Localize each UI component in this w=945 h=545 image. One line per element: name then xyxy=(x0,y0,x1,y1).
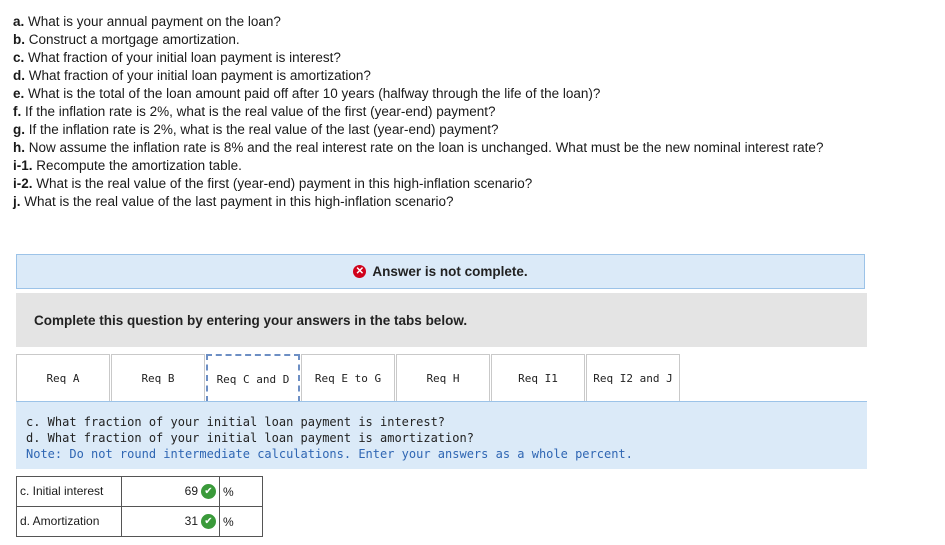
tab-req-a[interactable]: Req A xyxy=(16,354,110,402)
instruction-bar: Complete this question by entering your … xyxy=(16,293,867,347)
question-e: e. What is the total of the loan amount … xyxy=(13,86,601,101)
question-i1: i-1. Recompute the amortization table. xyxy=(13,158,242,173)
question-j: j. What is the real value of the last pa… xyxy=(13,194,454,209)
question-i2: i-2. What is the real value of the first… xyxy=(13,176,533,191)
question-h: h. Now assume the inflation rate is 8% a… xyxy=(13,140,824,155)
check-icon: ✔ xyxy=(201,514,216,530)
tab-req-i1[interactable]: Req I1 xyxy=(491,354,585,402)
x-circle-icon: ✕ xyxy=(353,265,367,278)
question-f: f. If the inflation rate is 2%, what is … xyxy=(13,104,496,119)
question-a: a. What is your annual payment on the lo… xyxy=(13,14,281,29)
initial-interest-input[interactable]: 69 ✔ xyxy=(121,476,220,507)
tab-req-c-and-d[interactable]: Req C and D xyxy=(206,354,300,402)
check-icon: ✔ xyxy=(201,484,216,500)
panel-question-c: c. What fraction of your initial loan pa… xyxy=(26,415,446,429)
requirement-tabs: Req A Req B Req C and D Req E to G Req H… xyxy=(16,354,681,402)
question-b: b. Construct a mortgage amortization. xyxy=(13,32,240,47)
panel-note: Note: Do not round intermediate calculat… xyxy=(26,447,633,461)
answer-status-banner: ✕ Answer is not complete. xyxy=(16,254,865,289)
tab-req-e-to-g[interactable]: Req E to G xyxy=(301,354,395,402)
panel-question-d: d. What fraction of your initial loan pa… xyxy=(26,431,474,445)
row-label-amortization: d. Amortization xyxy=(16,506,122,537)
amortization-input[interactable]: 31 ✔ xyxy=(121,506,220,537)
question-c: c. What fraction of your initial loan pa… xyxy=(13,50,341,65)
answer-status-text: Answer is not complete. xyxy=(372,264,528,279)
tab-req-h[interactable]: Req H xyxy=(396,354,490,402)
unit-label: % xyxy=(219,476,263,507)
question-list: a. What is your annual payment on the lo… xyxy=(13,13,938,211)
tab-req-i2-and-j[interactable]: Req I2 and J xyxy=(586,354,680,402)
table-row: c. Initial interest 69 ✔ % xyxy=(16,476,263,507)
tab-panel-header: c. What fraction of your initial loan pa… xyxy=(16,401,867,469)
row-label-initial-interest: c. Initial interest xyxy=(16,476,122,507)
question-g: g. If the inflation rate is 2%, what is … xyxy=(13,122,499,137)
tab-req-b[interactable]: Req B xyxy=(111,354,205,402)
unit-label: % xyxy=(219,506,263,537)
question-d: d. What fraction of your initial loan pa… xyxy=(13,68,371,83)
answer-table: c. Initial interest 69 ✔ % d. Amortizatio… xyxy=(16,476,263,537)
table-row: d. Amortization 31 ✔ % xyxy=(16,506,263,537)
instruction-text: Complete this question by entering your … xyxy=(34,312,468,328)
